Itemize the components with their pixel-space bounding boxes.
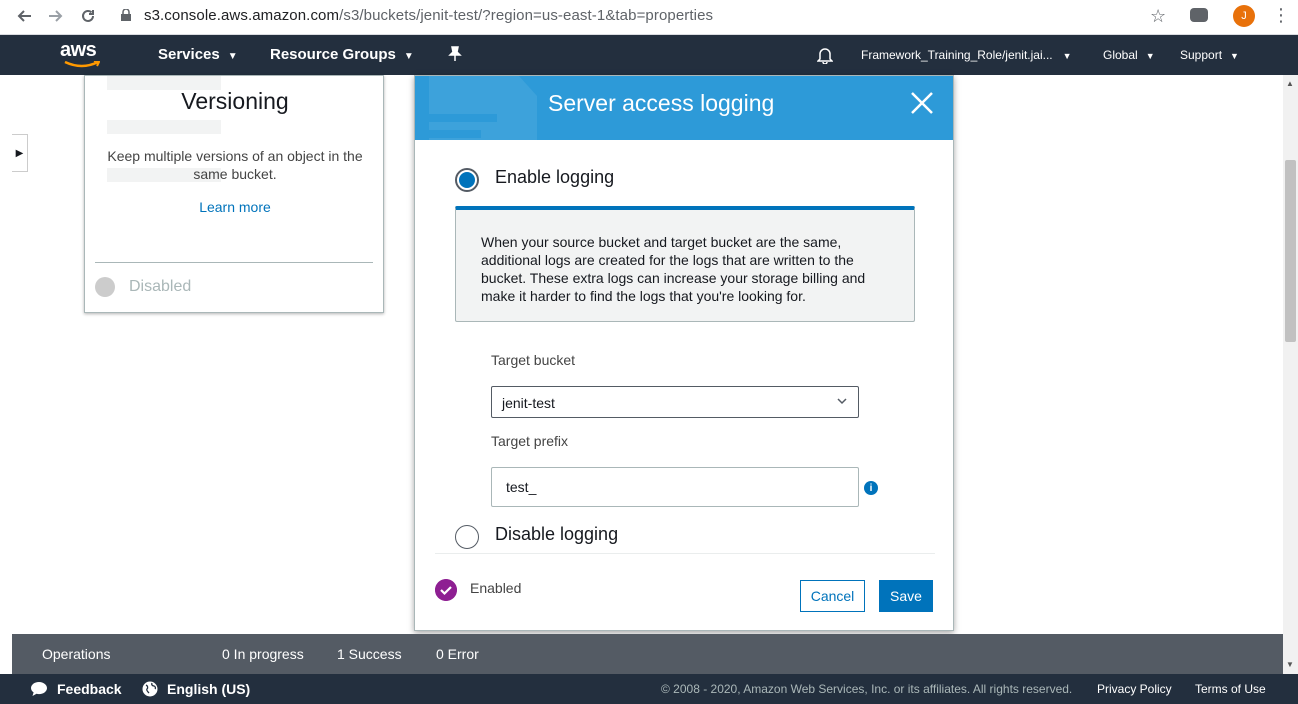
- logging-status: Enabled: [470, 580, 522, 596]
- services-label: Services: [158, 46, 220, 63]
- scroll-down-icon[interactable]: ▼: [1286, 660, 1294, 669]
- success-count: 1 Success: [337, 646, 402, 662]
- address-bar[interactable]: s3.console.aws.amazon.com/s3/buckets/jen…: [144, 7, 713, 24]
- versioning-card[interactable]: Versioning Keep multiple versions of an …: [84, 75, 384, 313]
- forward-icon[interactable]: [45, 5, 67, 27]
- aws-navigation-bar: aws Services ▼ Resource Groups ▼ Framework…: [0, 35, 1298, 75]
- chevron-down-icon: ▼: [1145, 51, 1155, 61]
- chevron-down-icon: ▼: [1230, 51, 1239, 61]
- operations-label[interactable]: Operations: [42, 646, 110, 662]
- account-label: Framework_Training_Role/jenit.jai...: [861, 48, 1053, 62]
- privacy-policy-link[interactable]: Privacy Policy: [1097, 682, 1172, 696]
- url-host: s3.console.aws.amazon.com: [144, 7, 340, 24]
- terms-of-use-link[interactable]: Terms of Use: [1195, 682, 1266, 696]
- cancel-button[interactable]: Cancel: [800, 580, 865, 612]
- dialog-title: Server access logging: [548, 90, 775, 116]
- aws-logo[interactable]: aws: [60, 39, 104, 69]
- url-path: /s3/buckets/jenit-test/?region=us-east-1…: [339, 7, 714, 24]
- operations-bar[interactable]: Operations 0 In progress 1 Success 0 Err…: [12, 634, 1283, 674]
- error-count: 0 Error: [436, 646, 479, 662]
- target-bucket-select[interactable]: jenit-test: [491, 386, 859, 418]
- divider: [95, 262, 373, 263]
- enable-logging-label[interactable]: Enable logging: [495, 167, 614, 188]
- aws-logo-text: aws: [60, 39, 97, 61]
- support-label: Support: [1180, 48, 1223, 62]
- disable-logging-radio[interactable]: [455, 525, 479, 549]
- region-menu[interactable]: Global ▼: [1103, 48, 1155, 62]
- page-scrollbar[interactable]: ▲ ▼: [1283, 75, 1298, 674]
- bookmark-star-icon[interactable]: ☆: [1150, 6, 1166, 27]
- resource-groups-menu[interactable]: Resource Groups ▼: [270, 46, 414, 63]
- learn-more-link[interactable]: Learn more: [85, 199, 385, 215]
- sidebar-expand-toggle[interactable]: ▶: [12, 134, 28, 172]
- target-prefix-input[interactable]: [491, 467, 859, 507]
- back-icon[interactable]: [13, 5, 35, 27]
- console-footer: Feedback English (US) © 2008 - 2020, Ama…: [0, 674, 1298, 704]
- language-selector[interactable]: English (US): [167, 681, 250, 697]
- bell-icon[interactable]: [816, 46, 834, 68]
- card-description: Keep multiple versions of an object in t…: [107, 148, 363, 182]
- chat-bubble-icon: [31, 682, 47, 696]
- resource-groups-label: Resource Groups: [270, 46, 396, 63]
- status-indicator: [95, 277, 115, 297]
- globe-icon: [142, 681, 158, 697]
- reload-icon[interactable]: [77, 5, 99, 27]
- chevron-down-icon: [837, 398, 847, 405]
- pin-icon[interactable]: [448, 46, 462, 66]
- chevron-right-icon: ▶: [15, 147, 24, 159]
- copyright-text: © 2008 - 2020, Amazon Web Services, Inc.…: [661, 682, 1073, 696]
- info-alert: When your source bucket and target bucke…: [455, 206, 915, 322]
- chevron-down-icon: ▼: [403, 51, 414, 62]
- close-icon[interactable]: [909, 90, 935, 116]
- info-icon[interactable]: i: [864, 481, 878, 495]
- dialog-header: Server access logging: [415, 76, 953, 140]
- support-menu[interactable]: Support ▼: [1180, 48, 1239, 62]
- document-watermark-icon: [429, 76, 537, 140]
- chevron-down-icon: ▼: [1062, 51, 1072, 61]
- check-circle-icon: [435, 579, 457, 601]
- placeholder-line: [107, 120, 221, 134]
- feedback-link[interactable]: Feedback: [57, 681, 122, 697]
- browser-menu-icon[interactable]: ⋮: [1272, 5, 1290, 26]
- card-title: Versioning: [181, 88, 289, 114]
- account-menu[interactable]: Framework_Training_Role/jenit.jai... ▼: [861, 48, 1072, 62]
- enable-logging-radio[interactable]: [455, 168, 479, 192]
- server-access-logging-dialog: Server access logging Enable logging Whe…: [414, 75, 954, 631]
- target-prefix-label: Target prefix: [491, 433, 569, 449]
- save-button[interactable]: Save: [879, 580, 933, 612]
- disable-logging-label[interactable]: Disable logging: [495, 524, 618, 545]
- divider: [435, 553, 935, 554]
- region-label: Global: [1103, 48, 1138, 62]
- versioning-status: Disabled: [129, 278, 192, 295]
- lock-icon: [121, 9, 131, 21]
- profile-avatar[interactable]: J: [1233, 5, 1255, 27]
- target-bucket-value: jenit-test: [502, 395, 555, 411]
- services-menu[interactable]: Services ▼: [158, 46, 238, 63]
- extension-icon[interactable]: [1190, 8, 1208, 22]
- in-progress-count: 0 In progress: [222, 646, 304, 662]
- chevron-down-icon: ▼: [227, 51, 238, 62]
- scroll-up-icon[interactable]: ▲: [1286, 79, 1294, 88]
- scrollbar-thumb[interactable]: [1285, 160, 1296, 342]
- browser-toolbar: s3.console.aws.amazon.com/s3/buckets/jen…: [0, 0, 1298, 35]
- info-alert-text: When your source bucket and target bucke…: [481, 234, 866, 304]
- aws-smile-icon: [64, 61, 100, 68]
- target-bucket-label: Target bucket: [491, 352, 576, 368]
